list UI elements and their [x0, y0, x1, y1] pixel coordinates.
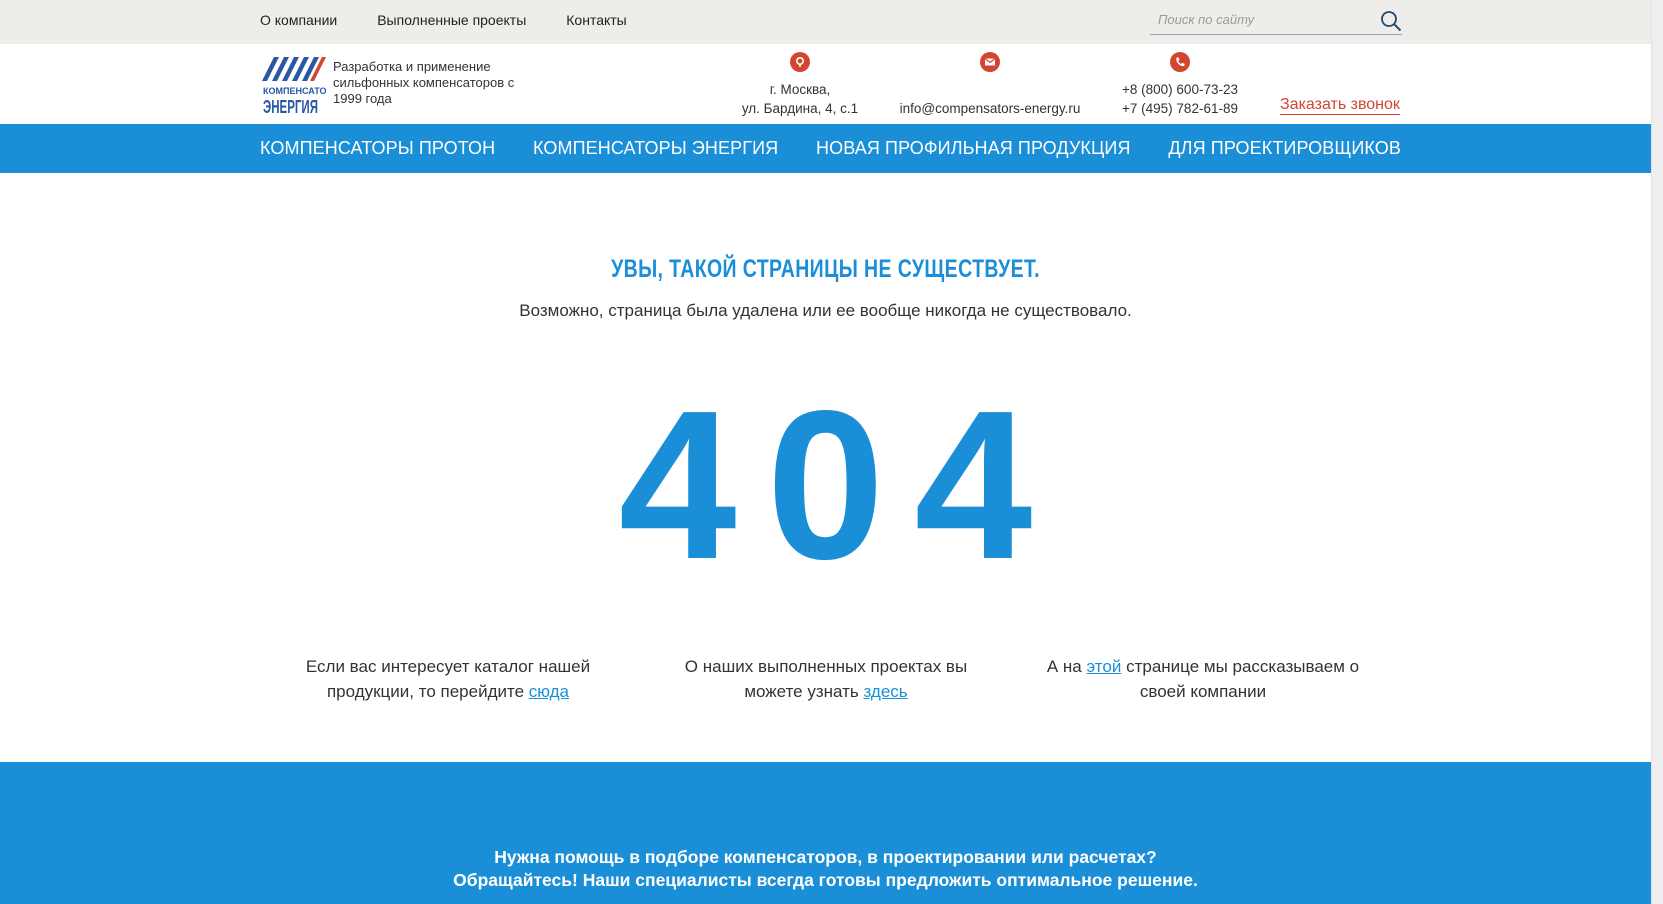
- address-line-2: ул. Бардина, 4, с.1: [741, 101, 859, 116]
- help-text: Нужна помощь в подборе компенсаторов, в …: [0, 846, 1651, 892]
- help-band: Нужна помощь в подборе компенсаторов, в …: [0, 762, 1651, 904]
- hint-catalog: Если вас интересует каталог нашей продук…: [283, 654, 613, 704]
- top-bar: О компании Выполненные проекты Контакты: [0, 0, 1651, 44]
- top-nav-projects[interactable]: Выполненные проекты: [377, 12, 526, 28]
- email-link[interactable]: info@compensators-energy.ru: [885, 99, 1095, 118]
- phone-2[interactable]: +7 (495) 782-61-89: [1110, 99, 1250, 118]
- logo-text-bottom: ЭНЕРГИЯ: [263, 97, 318, 117]
- hint-about: А на этой странице мы рассказываем о сво…: [1038, 654, 1368, 704]
- hint-projects-text: О наших выполненных проектах вы можете у…: [684, 657, 968, 701]
- main-nav-new-products[interactable]: НОВАЯ ПРОФИЛЬНАЯ ПРОДУКЦИЯ: [816, 138, 1131, 159]
- projects-link[interactable]: здесь: [863, 682, 907, 701]
- contact-phones: +8 (800) 600-73-23 +7 (495) 782-61-89: [1110, 52, 1250, 118]
- address-line-1: г. Москва,: [769, 82, 831, 97]
- company-tagline: Разработка и применение сильфонных компе…: [333, 59, 515, 106]
- page: О компании Выполненные проекты Контакты: [0, 0, 1663, 904]
- envelope-icon: [980, 52, 1000, 72]
- phone-1[interactable]: +8 (800) 600-73-23: [1110, 80, 1250, 99]
- logo-text-top: КОМПЕНСАТОРЫ: [263, 86, 326, 96]
- catalog-link[interactable]: сюда: [529, 682, 569, 701]
- error-title: УВЫ, ТАКОЙ СТРАНИЦЫ НЕ СУЩЕСТВУЕТ.: [611, 255, 1040, 283]
- order-call-button[interactable]: Заказать звонок: [1280, 96, 1400, 115]
- search-input[interactable]: [1158, 12, 1368, 27]
- main-nav: КОМПЕНСАТОРЫ ПРОТОН КОМПЕНСАТОРЫ ЭНЕРГИЯ…: [0, 124, 1651, 173]
- hint-projects: О наших выполненных проектах вы можете у…: [661, 654, 991, 704]
- hint-about-text-before: А на: [1046, 657, 1087, 676]
- company-logo[interactable]: КОМПЕНСАТОРЫ ЭНЕРГИЯ: [260, 51, 326, 117]
- help-line-1: Нужна помощь в подборе компенсаторов, в …: [494, 847, 1157, 867]
- top-nav: О компании Выполненные проекты Контакты: [260, 12, 627, 28]
- phone-icon: [1170, 52, 1190, 72]
- search-icon[interactable]: [1380, 10, 1402, 32]
- contact-email: info@compensators-energy.ru: [885, 52, 1095, 118]
- main-nav-designers[interactable]: ДЛЯ ПРОЕКТИРОВЩИКОВ: [1168, 138, 1401, 159]
- error-subtitle: Возможно, страница была удалена или ее в…: [519, 301, 1132, 320]
- location-pin-icon: [790, 52, 810, 72]
- help-line-2: Обращайтесь! Наши специалисты всегда гот…: [453, 870, 1198, 890]
- site-header: КОМПЕНСАТОРЫ ЭНЕРГИЯ Разработка и примен…: [0, 44, 1651, 124]
- contact-address: г. Москва, ул. Бардина, 4, с.1: [730, 52, 870, 118]
- search-box: [1150, 6, 1402, 35]
- top-nav-contacts[interactable]: Контакты: [566, 12, 626, 28]
- scrollbar[interactable]: [1651, 0, 1663, 904]
- about-link[interactable]: этой: [1087, 657, 1122, 676]
- hint-about-text-after: странице мы рассказываем о своей компани…: [1121, 657, 1360, 701]
- main-nav-energia[interactable]: КОМПЕНСАТОРЫ ЭНЕРГИЯ: [533, 138, 778, 159]
- main-nav-proton[interactable]: КОМПЕНСАТОРЫ ПРОТОН: [260, 138, 495, 159]
- top-nav-about[interactable]: О компании: [260, 12, 337, 28]
- error-code: 404: [618, 366, 1063, 603]
